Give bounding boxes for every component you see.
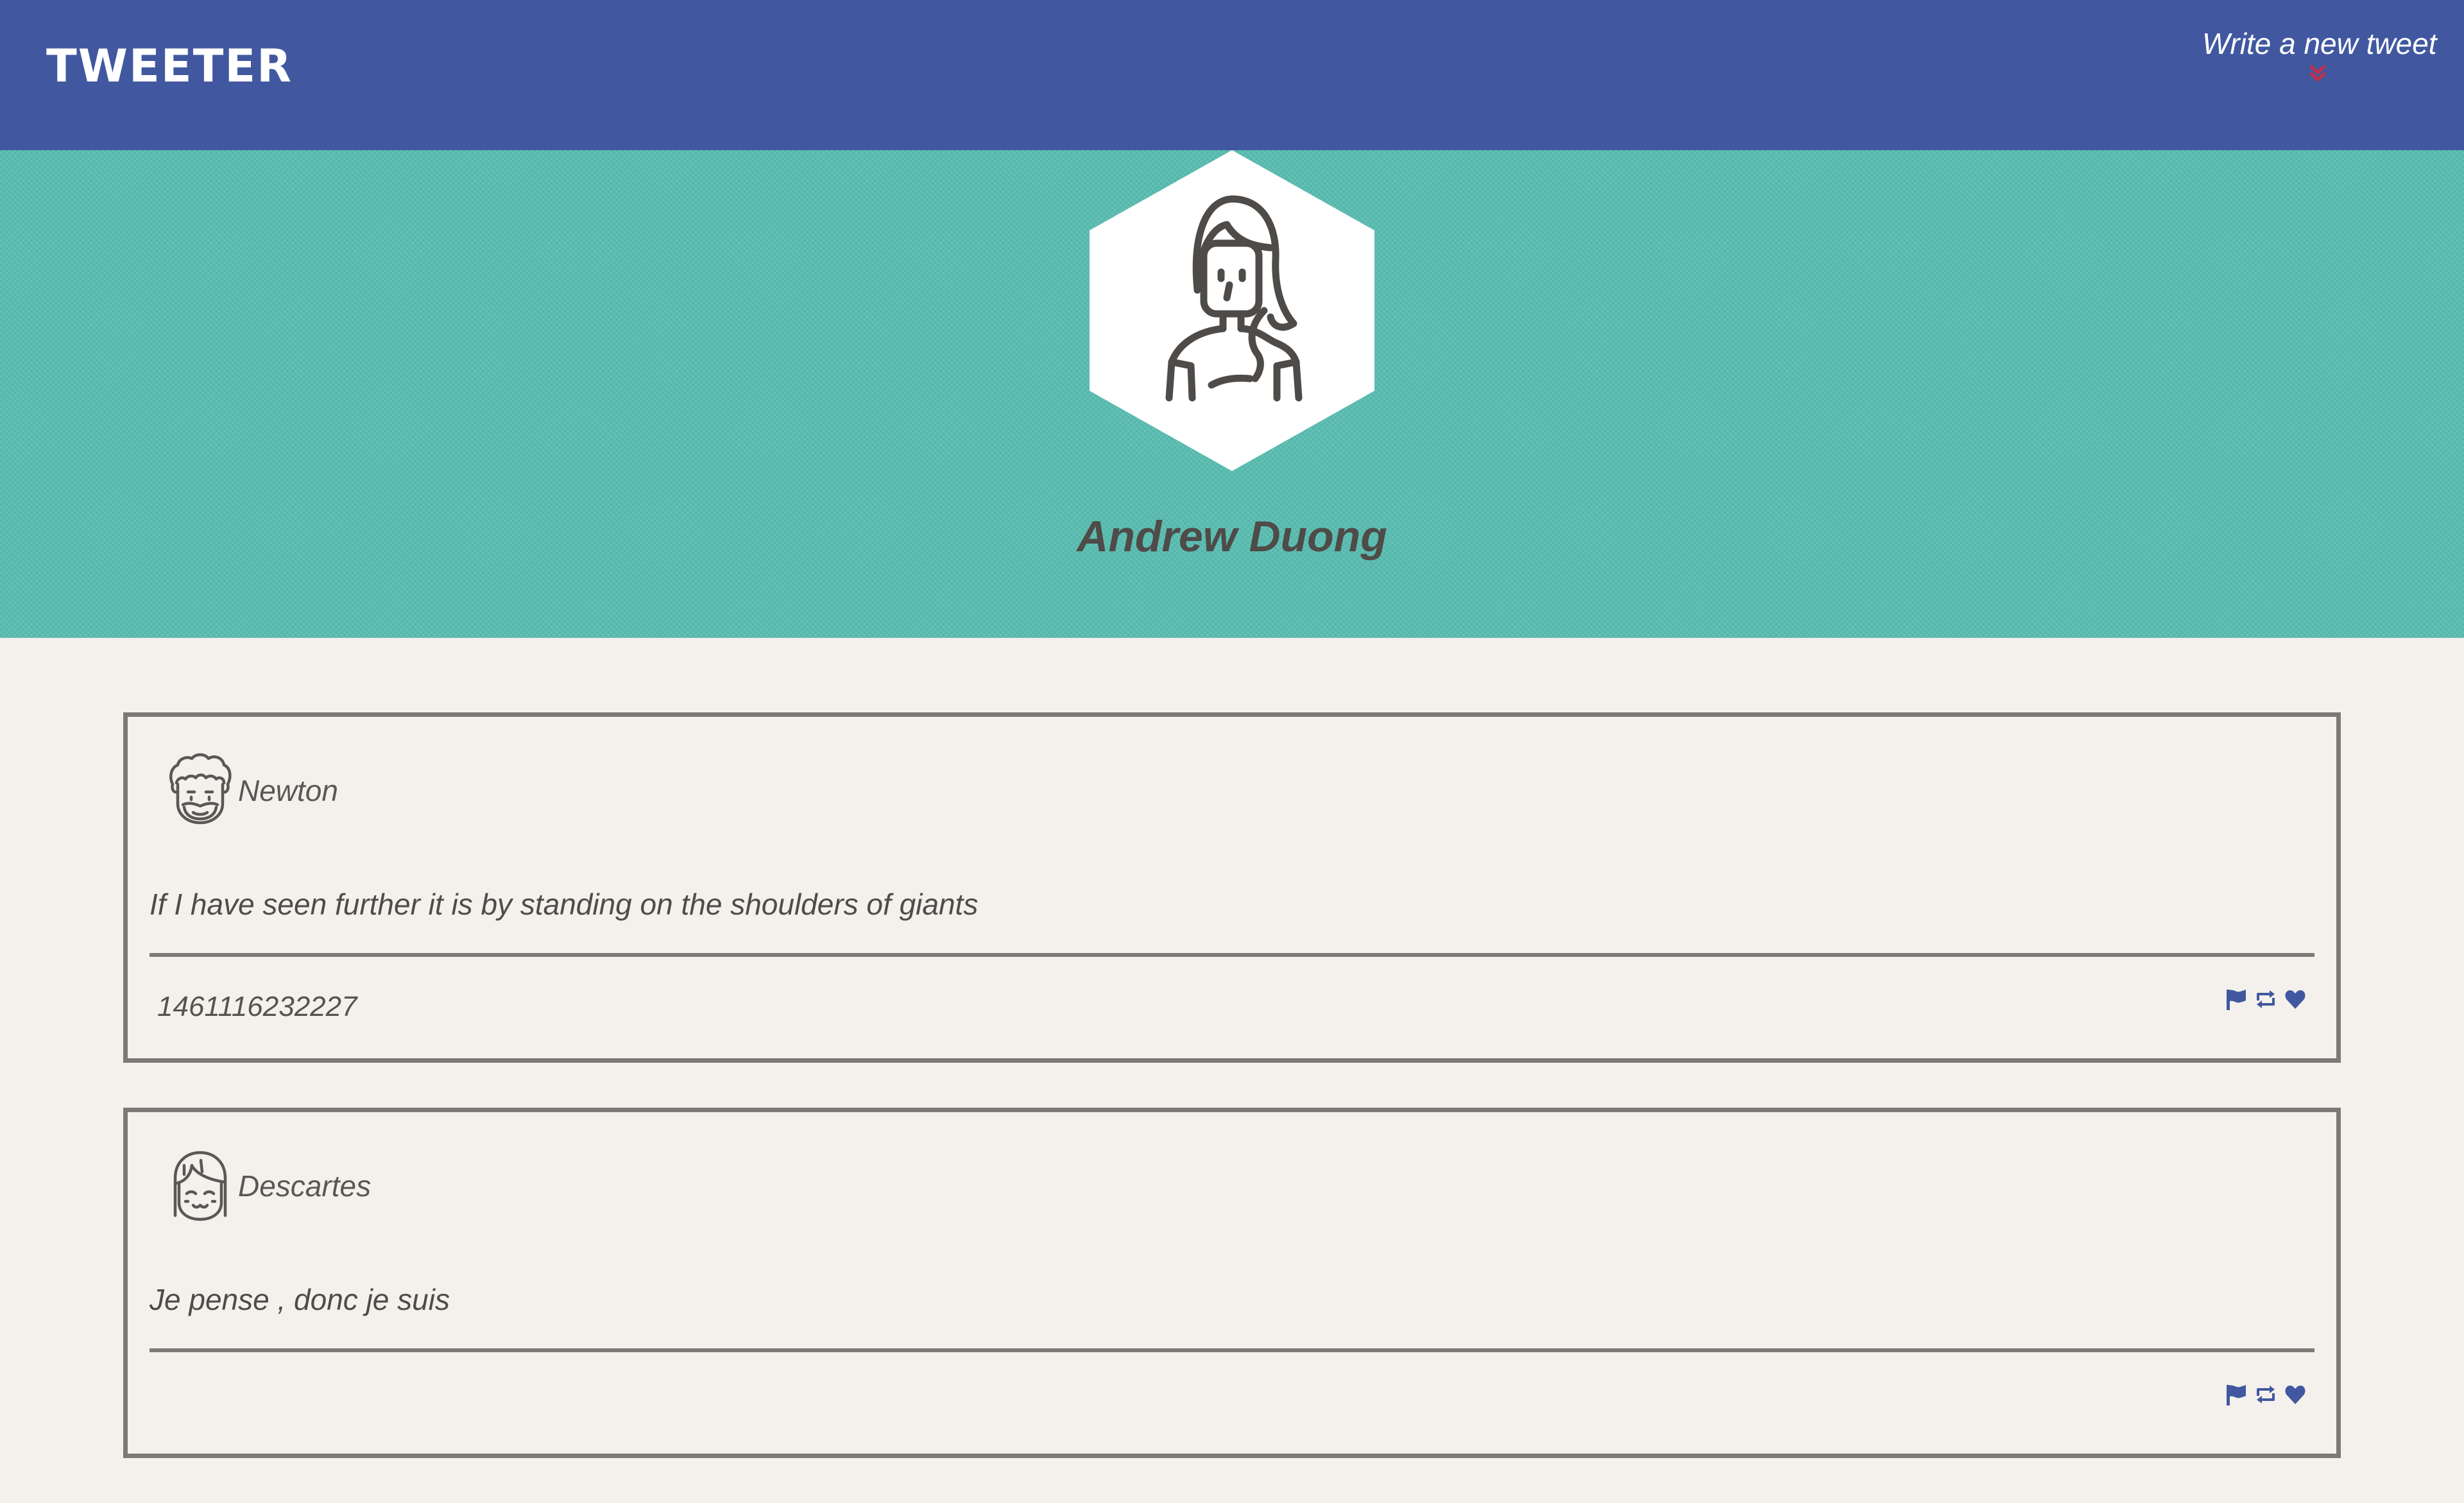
tweet-timestamp: 1461116232227 — [157, 991, 357, 1022]
tweet-footer: 1461116232227 — [157, 985, 2307, 1030]
compose-toggle-button[interactable]: Write a new tweet — [2202, 26, 2437, 83]
tweet-feed: Newton If I have seen further it is by s… — [123, 712, 2341, 1503]
tweet-actions — [2225, 988, 2307, 1011]
tweet-divider — [150, 1348, 2314, 1352]
retweet-icon[interactable] — [2254, 1383, 2277, 1406]
profile-banner: Andrew Duong — [0, 150, 2464, 638]
bangs-man-avatar-icon — [173, 1151, 227, 1221]
tweet-text: If I have seen further it is by standing… — [150, 888, 979, 921]
tweet-author[interactable]: Newton — [238, 771, 338, 810]
heart-icon[interactable] — [2284, 1383, 2307, 1406]
tweet-footer — [157, 1380, 2307, 1425]
tweet-card: Newton If I have seen further it is by s… — [123, 712, 2341, 1063]
profile-avatar — [1090, 150, 1374, 471]
flag-icon[interactable] — [2225, 1383, 2248, 1406]
flag-icon[interactable] — [2225, 988, 2248, 1011]
tweet-actions — [2225, 1383, 2307, 1406]
tweet-header: Descartes — [162, 1144, 371, 1228]
tweet-header: Newton — [162, 749, 338, 832]
logo[interactable]: TWEETER — [46, 37, 293, 95]
tweet-divider — [150, 953, 2314, 957]
heart-icon[interactable] — [2284, 988, 2307, 1011]
double-chevron-down-icon — [2309, 65, 2326, 82]
profile-name: Andrew Duong — [1077, 512, 1387, 561]
tweet-text: Je pense , donc je suis — [150, 1283, 450, 1316]
compose-label: Write a new tweet — [2202, 27, 2437, 60]
tweet-author[interactable]: Descartes — [238, 1167, 371, 1205]
top-nav: TWEETER Write a new tweet — [0, 0, 2464, 150]
tweet-card: Descartes Je pense , donc je suis — [123, 1108, 2341, 1458]
retweet-icon[interactable] — [2254, 988, 2277, 1011]
curly-hair-man-avatar-icon — [169, 753, 232, 825]
